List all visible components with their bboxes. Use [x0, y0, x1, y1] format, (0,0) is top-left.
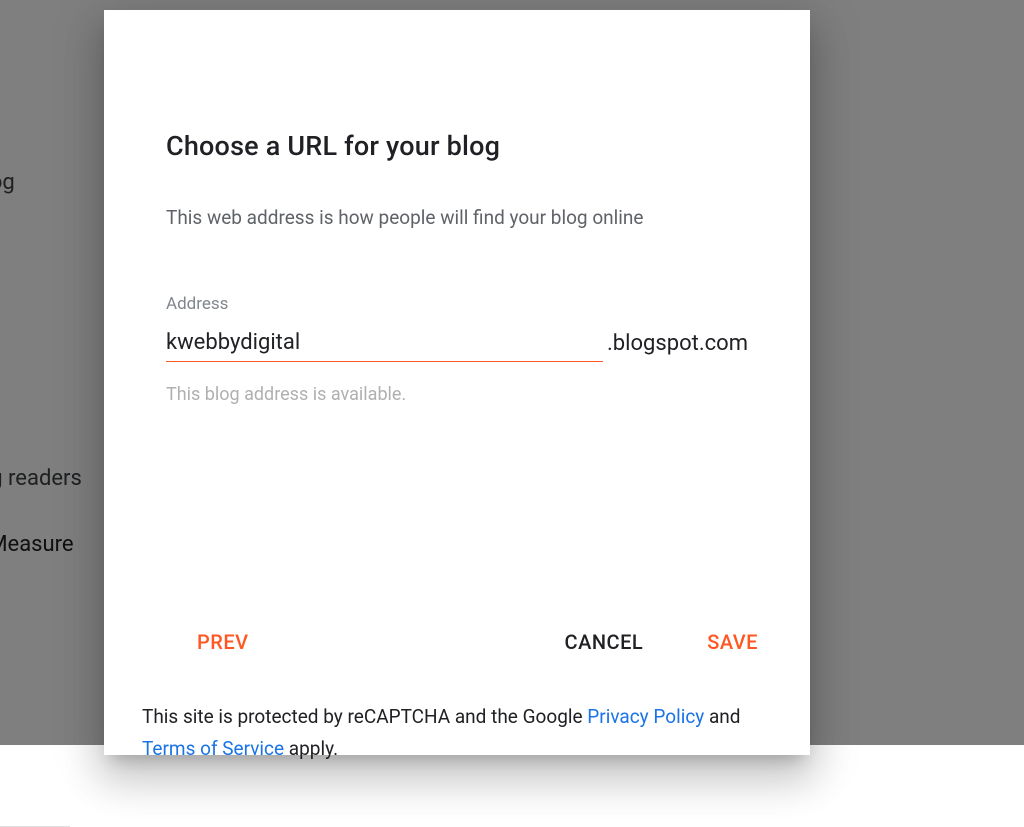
save-button[interactable]: SAVE: [707, 630, 758, 654]
prev-button[interactable]: PREV: [197, 630, 249, 654]
dialog-subtitle: This web address is how people will find…: [166, 206, 810, 229]
availability-message: This blog address is available.: [166, 384, 748, 405]
choose-url-dialog: Choose a URL for your blog This web addr…: [104, 10, 810, 755]
dialog-title: Choose a URL for your blog: [166, 130, 810, 162]
terms-of-service-link[interactable]: Terms of Service: [142, 737, 284, 760]
cancel-button[interactable]: CANCEL: [565, 630, 644, 654]
recaptcha-notice: This site is protected by reCAPTCHA and …: [142, 701, 758, 766]
recaptcha-middle: and: [704, 705, 740, 728]
address-field-section: Address .blogspot.com This blog address …: [166, 294, 748, 405]
recaptcha-prefix: This site is protected by reCAPTCHA and …: [142, 705, 587, 728]
privacy-policy-link[interactable]: Privacy Policy: [587, 705, 704, 728]
address-label: Address: [166, 294, 748, 314]
recaptcha-suffix: apply.: [284, 737, 338, 760]
dialog-content: Choose a URL for your blog This web addr…: [104, 130, 810, 766]
domain-suffix: .blogspot.com: [603, 331, 748, 362]
address-input-row: .blogspot.com: [166, 330, 748, 362]
address-input[interactable]: [166, 330, 603, 362]
dialog-button-row: PREV CANCEL SAVE: [197, 630, 758, 654]
